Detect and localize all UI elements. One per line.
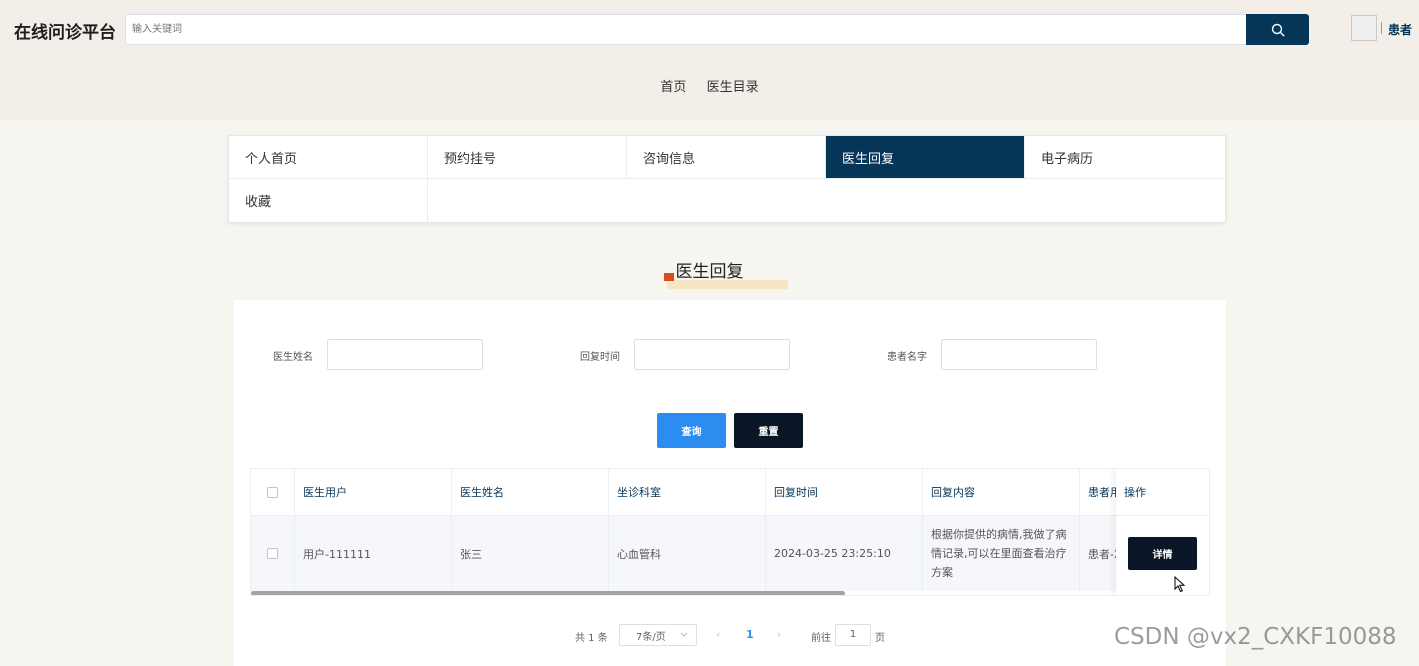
prev-page-icon[interactable]: ‹ xyxy=(716,628,720,641)
search-icon xyxy=(1271,23,1285,37)
reset-button[interactable]: 重置 xyxy=(734,413,803,448)
doctor-name-input[interactable] xyxy=(327,339,483,370)
operation-column: 操作 详情 xyxy=(1116,469,1209,595)
query-button[interactable]: 查询 xyxy=(657,413,726,448)
page-number[interactable]: 1 xyxy=(746,628,754,641)
search-button[interactable] xyxy=(1246,14,1309,45)
col-doctor-user[interactable]: 医生用户 xyxy=(295,469,452,516)
select-all-checkbox[interactable] xyxy=(267,486,278,498)
next-page-icon[interactable]: › xyxy=(777,628,781,641)
goto-label: 前往 xyxy=(811,633,831,644)
patient-name-label: 患者名字 xyxy=(887,352,927,363)
avatar[interactable] xyxy=(1351,15,1377,41)
center-tabs: 个人首页 预约挂号 咨询信息 医生回复 电子病历 收藏 xyxy=(228,135,1226,223)
col-department[interactable]: 坐诊科室 xyxy=(609,469,766,516)
goto-page-input[interactable]: 1 xyxy=(835,624,871,646)
doctor-name-label: 医生姓名 xyxy=(273,352,313,363)
patient-name-input[interactable] xyxy=(941,339,1097,370)
divider xyxy=(1381,22,1382,34)
page-suffix: 页 xyxy=(875,633,885,644)
tab-consultation[interactable]: 咨询信息 xyxy=(627,136,826,179)
search-field[interactable] xyxy=(125,14,1247,45)
row-select-cell xyxy=(251,516,295,591)
brand-title[interactable]: 在线问诊平台 xyxy=(14,18,116,43)
mouse-cursor-icon xyxy=(1174,576,1186,593)
total-count: 共 1 条 xyxy=(575,633,608,644)
chevron-down-icon xyxy=(680,632,688,637)
user-role-label[interactable]: 患者 xyxy=(1388,21,1412,38)
header: 在线问诊平台 患者 首页 医生目录 xyxy=(0,0,1419,120)
tab-favorites[interactable]: 收藏 xyxy=(229,179,428,222)
table-cell: 用户-111111 xyxy=(295,516,452,591)
table-cell: 心血管科 xyxy=(609,516,766,591)
col-reply-time[interactable]: 回复时间 xyxy=(766,469,923,516)
search-input[interactable] xyxy=(126,15,1247,44)
col-reply-content[interactable]: 回复内容 xyxy=(923,469,1080,516)
nav-home[interactable]: 首页 xyxy=(660,76,686,95)
table-cell: 张三 xyxy=(452,516,609,591)
tab-appointment[interactable]: 预约挂号 xyxy=(428,136,627,179)
section-title: 医生回复 xyxy=(675,262,744,282)
reply-time-label: 回复时间 xyxy=(580,352,620,363)
row-checkbox[interactable] xyxy=(267,548,278,559)
reply-table: 医生用户 医生姓名 坐诊科室 回复时间 回复内容 患者用 用户-111111 张… xyxy=(250,468,1210,596)
col-doctor-name[interactable]: 医生姓名 xyxy=(452,469,609,516)
top-nav: 首页 医生目录 xyxy=(0,76,1419,95)
nav-doctor-directory[interactable]: 医生目录 xyxy=(707,76,759,95)
col-operation: 操作 xyxy=(1116,469,1209,516)
watermark: CSDN @vx2_CXKF10088 xyxy=(1114,624,1397,650)
reply-time-input[interactable] xyxy=(634,339,790,370)
horizontal-scrollbar[interactable] xyxy=(251,591,845,595)
tab-personal-home[interactable]: 个人首页 xyxy=(229,136,428,179)
tab-medical-record[interactable]: 电子病历 xyxy=(1025,136,1224,179)
table-cell: 2024-03-25 23:25:10 xyxy=(766,516,923,591)
page-size-value: 7条/页 xyxy=(636,631,666,643)
detail-button[interactable]: 详情 xyxy=(1128,537,1197,570)
page-size-select[interactable]: 7条/页 xyxy=(619,624,697,646)
tab-doctor-reply[interactable]: 医生回复 xyxy=(826,136,1025,179)
table-cell: 根据你提供的病情,我做了病情记录,可以在里面查看治疗方案 xyxy=(923,516,1080,591)
select-all-cell xyxy=(251,469,295,516)
